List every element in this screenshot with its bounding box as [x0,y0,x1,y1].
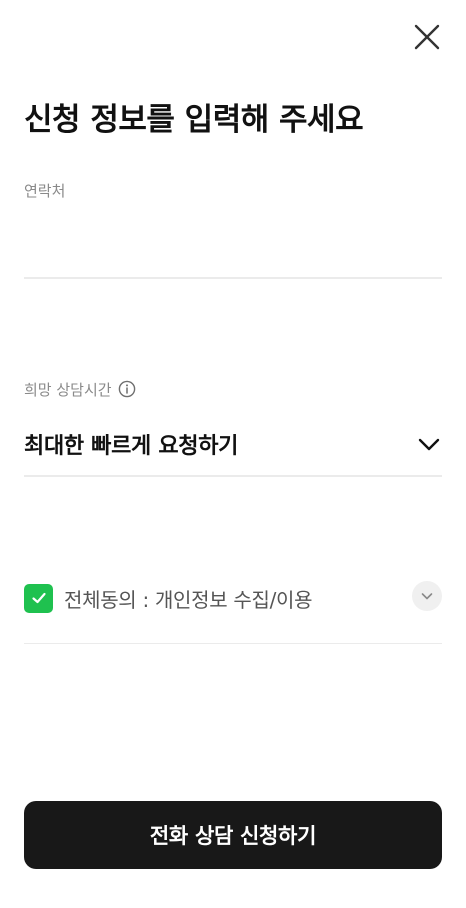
consult-time-divider [24,475,442,477]
contact-input[interactable] [24,212,442,276]
page-title: 신청 정보를 입력해 주세요 [24,102,364,138]
consult-time-label: 희망 상담시간 [24,380,112,399]
chevron-down-icon [421,593,433,600]
agreement-divider [24,643,442,644]
info-icon[interactable] [118,380,136,398]
agreement-expand-button[interactable] [412,581,442,611]
agreement-label[interactable]: 전체동의 : 개인정보 수집/이용 [64,584,313,613]
contact-label: 연락처 [24,182,66,200]
close-button[interactable] [408,18,446,56]
close-icon [414,24,440,50]
contact-divider [24,277,442,279]
consult-time-value: 최대한 빠르게 요청하기 [24,434,239,459]
consult-time-select[interactable]: 최대한 빠르게 요청하기 [24,418,442,470]
agreement-row: 전체동의 : 개인정보 수집/이용 [24,578,442,618]
chevron-down-icon [418,438,440,451]
agreement-checkbox[interactable] [24,583,53,613]
check-icon [31,592,46,604]
consult-time-label-row: 희망 상담시간 [24,378,136,400]
request-call-button[interactable]: 전화 상담 신청하기 [24,801,442,869]
